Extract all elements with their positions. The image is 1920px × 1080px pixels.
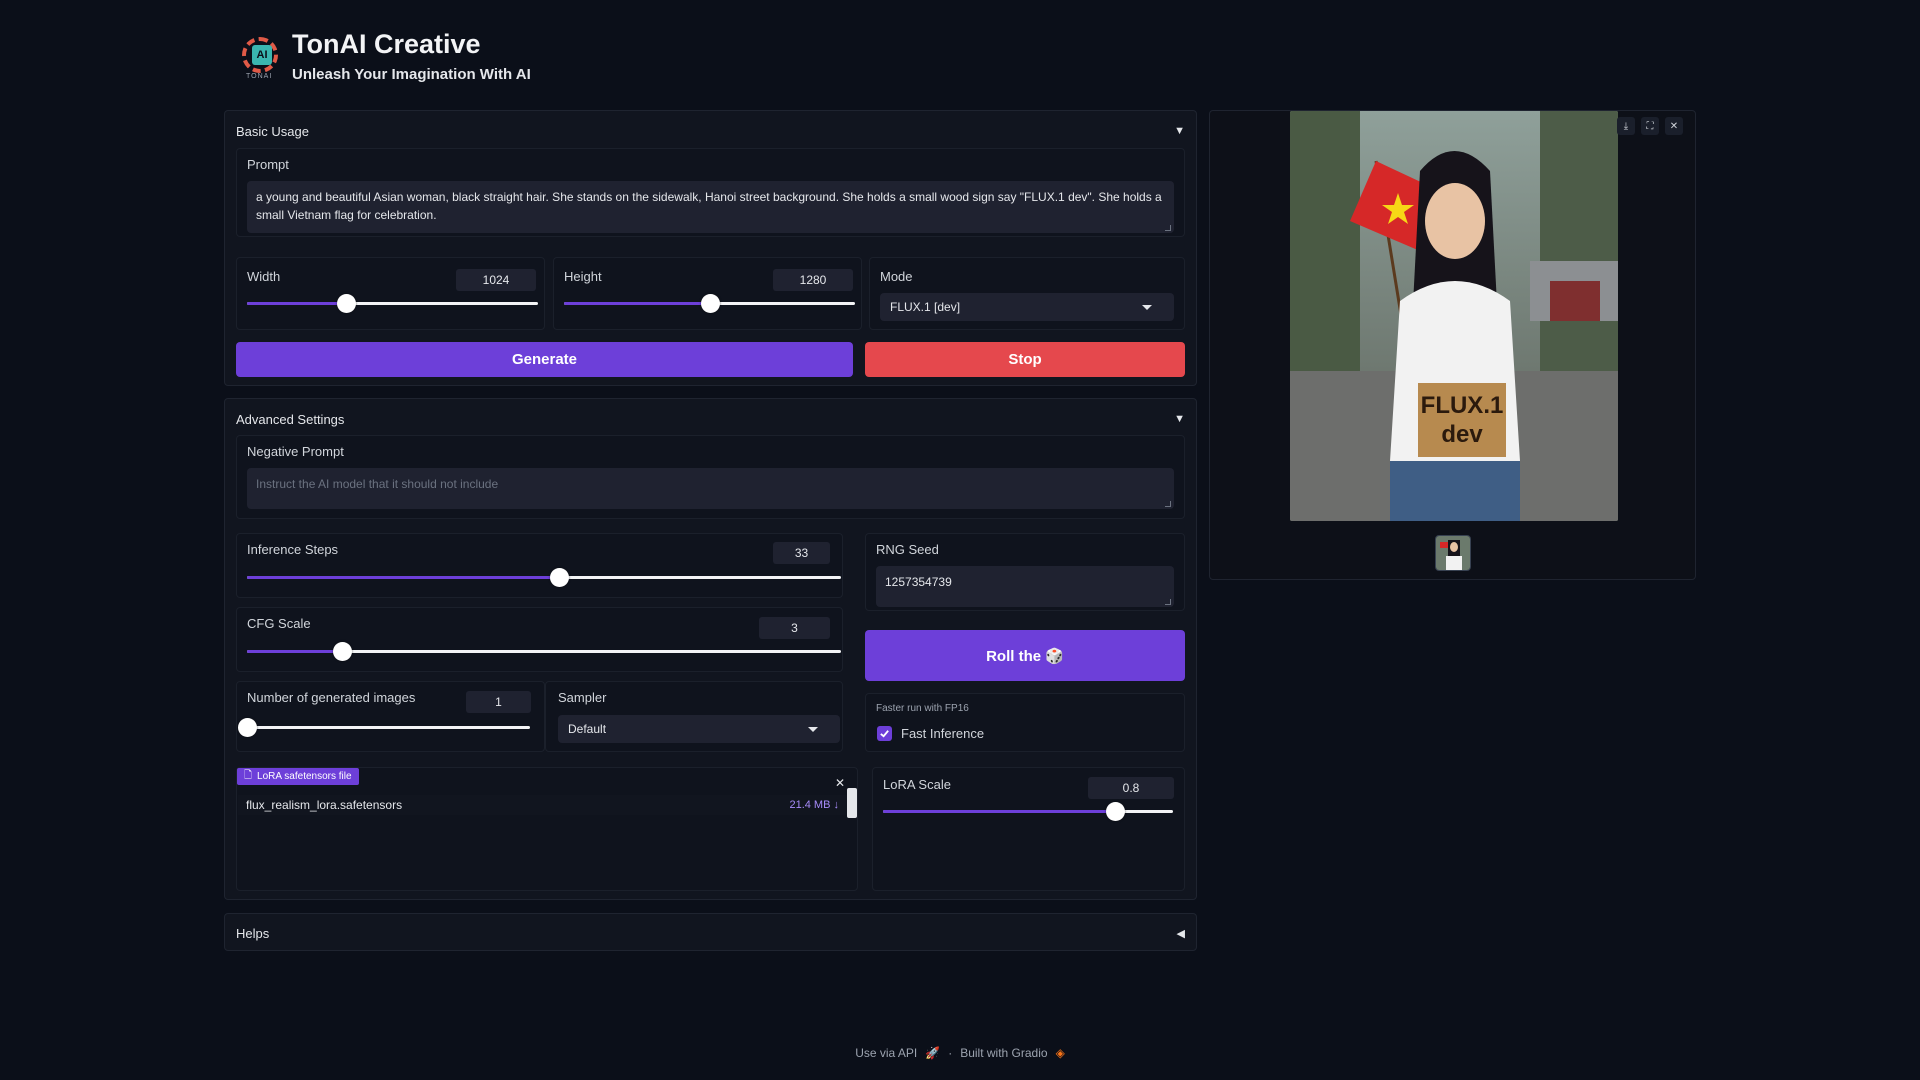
lora-scale-slider[interactable] [883,802,1173,821]
inference-steps-block: Inference Steps 33 [236,533,843,598]
app-logo: AI TONAI [240,31,282,81]
num-images-block: Number of generated images 1 [236,681,545,752]
negative-prompt-block: Negative Prompt Instruct the AI model th… [236,435,1185,519]
basic-usage-header: Basic Usage [236,123,309,139]
negative-prompt-label: Negative Prompt [247,444,344,459]
checkmark-icon [880,730,889,738]
lora-file-badge: 🗋 LoRA safetensors file [237,768,359,785]
rng-seed-label: RNG Seed [876,542,939,557]
footer: Use via API 🚀 · Built with Gradio ◈ [0,1046,1920,1060]
inference-steps-number-input[interactable]: 33 [773,542,830,564]
lora-file-size[interactable]: 21.4 MB ↓ [789,799,839,811]
lora-file-row: flux_realism_lora.safetensors 21.4 MB ↓ [238,795,847,815]
generated-image-preview[interactable]: FLUX.1 dev [1290,111,1618,521]
fast-inference-block: Faster run with FP16 Fast Inference [865,693,1185,752]
cfg-scale-label: CFG Scale [247,616,311,631]
width-slider[interactable] [247,294,538,313]
rng-seed-block: RNG Seed 1257354739 [865,533,1185,611]
stop-button[interactable]: Stop [865,342,1185,377]
sampler-label: Sampler [558,690,607,705]
generate-button[interactable]: Generate [236,342,853,377]
sampler-dropdown[interactable]: Default [558,715,840,743]
close-icon[interactable]: ✕ [1665,117,1683,135]
width-label: Width [247,269,281,284]
lora-scale-number-input[interactable]: 0.8 [1088,777,1174,799]
resize-handle-icon[interactable] [1165,501,1171,507]
height-label: Height [564,269,602,284]
cfg-scale-slider-thumb[interactable] [333,642,353,661]
scrollbar[interactable] [847,788,857,818]
app-subtitle: Unleash Your Imagination With AI [292,65,531,83]
advanced-settings-panel: Advanced Settings ▼ Negative Prompt Inst… [224,398,1197,900]
helps-header: Helps [236,925,270,941]
rocket-icon: 🚀 [925,1046,941,1060]
use-via-api-link[interactable]: Use via API [855,1046,917,1060]
width-slider-thumb[interactable] [336,294,356,313]
width-block: Width 1024 [236,257,545,330]
gallery-thumbnail[interactable] [1435,535,1471,571]
resize-handle-icon[interactable] [1165,599,1171,605]
num-images-label: Number of generated images [247,690,416,705]
cfg-scale-number-input[interactable]: 3 [759,617,830,639]
sign-text-line-1: FLUX.1 [1421,392,1504,419]
lora-scale-block: LoRA Scale 0.8 [872,767,1185,891]
prompt-block: Prompt a young and beautiful Asian woman… [236,148,1185,237]
prompt-label: Prompt [247,157,289,172]
width-number-input[interactable]: 1024 [456,269,536,291]
height-block: Height 1280 [553,257,862,330]
footer-separator: · [948,1046,953,1060]
fast-inference-label: Fast Inference [901,726,985,741]
fp16-info-text: Faster run with FP16 [876,703,969,714]
chevron-down-icon [1142,304,1152,310]
advanced-settings-toggle[interactable]: Advanced Settings ▼ [236,409,1185,429]
mode-label: Mode [880,269,913,284]
fullscreen-icon[interactable]: ⛶ [1641,117,1659,135]
sampler-block: Sampler Default [545,681,843,752]
basic-usage-panel: Basic Usage ▼ Prompt a young and beautif… [224,110,1197,386]
cfg-scale-slider[interactable] [247,642,841,661]
gradio-logo-icon: ◈ [1055,1046,1065,1060]
clear-file-icon[interactable]: ✕ [835,776,845,790]
collapse-arrow-icon: ▼ [1174,413,1185,425]
gallery-toolbar: ⤓ ⛶ ✕ [1617,117,1683,135]
height-number-input[interactable]: 1280 [773,269,853,291]
output-gallery: FLUX.1 dev ⤓ ⛶ ✕ [1209,110,1696,580]
num-images-slider[interactable] [238,718,530,737]
expand-arrow-icon: ◀ [1176,927,1185,940]
inference-steps-label: Inference Steps [247,542,339,557]
height-slider[interactable] [564,294,855,313]
height-slider-thumb[interactable] [700,294,720,313]
sign-text-line-2: dev [1441,421,1483,448]
download-icon[interactable]: ⤓ [1617,117,1635,135]
fast-inference-checkbox[interactable] [877,726,892,741]
mode-block: Mode FLUX.1 [dev] [869,257,1185,330]
lora-file-name: flux_realism_lora.safetensors [246,798,403,812]
resize-handle-icon[interactable] [1165,225,1171,231]
built-with-gradio-link[interactable]: Built with Gradio [960,1046,1047,1060]
helps-panel[interactable]: Helps ◀ [224,913,1197,951]
collapse-arrow-icon: ▼ [1174,125,1185,137]
lora-file-block[interactable]: 🗋 LoRA safetensors file ✕ flux_realism_l… [236,767,858,891]
inference-steps-slider[interactable] [247,568,841,587]
basic-usage-toggle[interactable]: Basic Usage ▼ [236,121,1185,141]
num-images-slider-thumb[interactable] [238,718,257,737]
app-header: AI TONAI TonAI Creative Unleash Your Ima… [240,29,531,83]
roll-dice-button[interactable]: Roll the 🎲 [865,630,1185,681]
lora-scale-slider-thumb[interactable] [1106,802,1125,821]
num-images-number-input[interactable]: 1 [466,691,531,713]
app-title: TonAI Creative [292,29,481,59]
lora-scale-label: LoRA Scale [883,777,951,792]
file-icon: 🗋 [244,770,253,781]
chevron-down-icon [808,726,818,732]
advanced-settings-header: Advanced Settings [236,411,345,427]
mode-dropdown[interactable]: FLUX.1 [dev] [880,293,1174,321]
helps-toggle[interactable]: Helps ◀ [236,923,1185,943]
inference-steps-slider-thumb[interactable] [549,568,569,587]
cfg-scale-block: CFG Scale 3 [236,607,843,672]
prompt-input[interactable]: a young and beautiful Asian woman, black… [247,181,1174,233]
negative-prompt-input[interactable]: Instruct the AI model that it should not… [247,468,1174,509]
rng-seed-input[interactable]: 1257354739 [876,566,1174,607]
